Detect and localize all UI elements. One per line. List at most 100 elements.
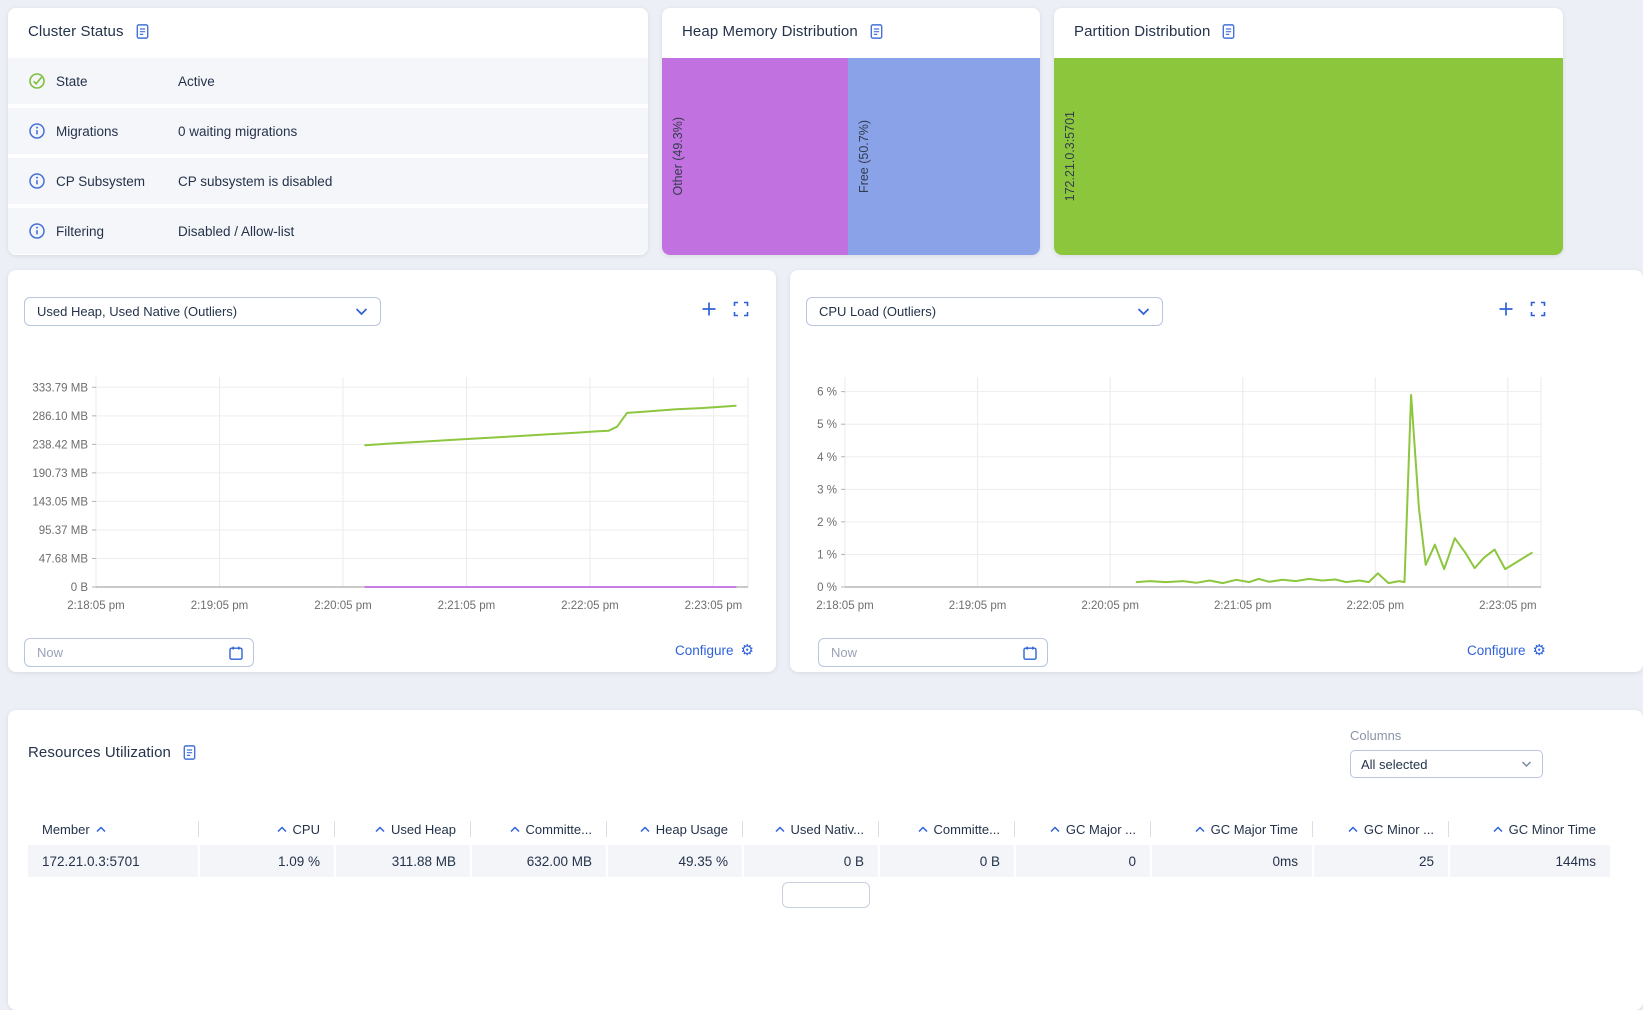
column-divider [1150,821,1151,837]
distribution-segment: Free (50.7%) [848,58,1040,255]
column-divider [1312,821,1313,837]
table-row[interactable]: 172.21.0.3:5701 1.09 % 311.88 MB 632.00 MB 4… [28,845,1623,877]
fullscreen-icon[interactable] [1529,300,1547,318]
table-header-used-heap[interactable]: Used Heap [334,813,470,845]
sort-chevron-icon [1050,825,1060,833]
cluster-status-card: Cluster Status State Active Migrations 0 wa… [8,8,648,255]
heap-distribution-title: Heap Memory Distribution [682,23,858,40]
time-range-input[interactable] [819,639,1047,666]
configure-link[interactable]: Configure ⚙ [675,643,754,658]
configure-link[interactable]: Configure ⚙ [1467,643,1546,658]
table-header-gc-major-time[interactable]: GC Major Time [1150,813,1312,845]
table-header-label: Used Heap [390,821,456,837]
y-axis-tick-label: 333.79 MB [32,382,88,394]
table-cell: 311.88 MB [336,845,470,877]
partition-distribution-segments: 172.21.0.3:5701 [1054,58,1563,255]
table-header-committe[interactable]: Committe... [878,813,1014,845]
time-range-input-wrap [818,638,1048,667]
document-icon[interactable] [181,744,198,761]
x-axis-tick-label: 2:23:05 pm [1479,600,1537,612]
table-header-member[interactable]: Member [28,813,198,845]
document-icon[interactable] [134,23,151,40]
document-icon[interactable] [868,23,885,40]
status-label: Migrations [56,123,119,139]
info-circle-icon [28,222,46,240]
table-cell: 0 B [880,845,1014,877]
pagination-control[interactable] [781,882,870,908]
sort-chevron-icon [1195,825,1205,833]
table-header-gc-minor[interactable]: GC Minor ... [1312,813,1448,845]
columns-label: Columns [1350,728,1402,743]
column-divider [1014,821,1015,837]
x-axis-tick-label: 2:19:05 pm [949,600,1007,612]
add-chart-icon[interactable] [700,300,718,318]
metric-select-dropdown[interactable]: CPU Load (Outliers) [806,297,1163,326]
resources-utilization-header: Resources Utilization [8,744,218,761]
calendar-icon[interactable] [1022,645,1038,661]
y-axis-tick-label: 3 % [817,484,837,496]
status-value: 0 waiting migrations [178,123,298,139]
segment-label: Other (49.3%) [671,117,685,196]
table-cell: 172.21.0.3:5701 [28,845,198,877]
document-icon[interactable] [1220,23,1237,40]
y-axis-tick-label: 5 % [817,419,837,431]
table-header-label: Heap Usage [655,821,728,837]
y-axis-tick-label: 238.42 MB [32,439,88,451]
table-header-used-nativ[interactable]: Used Nativ... [742,813,878,845]
column-divider [198,821,199,837]
table-header-cpu[interactable]: CPU [198,813,334,845]
heap-memory-distribution-card: Heap Memory Distribution Other (49.3%) Fr… [662,8,1040,255]
y-axis-tick-label: 286.10 MB [32,411,88,423]
check-circle-icon [28,72,46,90]
table-cell: 632.00 MB [472,845,606,877]
time-range-input[interactable] [25,639,253,666]
used-heap-chart: 0 B 47.68 MB 95.37 MB 143.05 MB 190.73 MB 238… [20,365,762,617]
gear-icon: ⚙ [740,642,754,659]
segment-label: 172.21.0.3:5701 [1063,111,1077,202]
y-axis-tick-label: 190.73 MB [32,468,88,480]
table-header-label: Member [42,821,90,837]
status-value: Active [178,73,215,89]
x-axis-tick-label: 2:20:05 pm [314,600,372,612]
calendar-icon[interactable] [228,645,244,661]
y-axis-tick-label: 143.05 MB [32,496,88,508]
status-label: Filtering [56,223,105,239]
cluster-status-header: Cluster Status [8,8,648,52]
table-cell: 25 [1314,845,1448,877]
status-row-state: State Active [8,58,648,104]
distribution-segment: Other (49.3%) [662,58,849,255]
sort-chevron-icon [1348,825,1358,833]
table-header-committe[interactable]: Committe... [470,813,606,845]
segment-label: Free (50.7%) [857,120,872,193]
metric-select-value: Used Heap, Used Native (Outliers) [37,304,238,319]
y-axis-tick-label: 6 % [817,387,837,399]
table-header-label: CPU [292,821,320,837]
metric-select-dropdown[interactable]: Used Heap, Used Native (Outliers) [24,297,381,326]
status-value: CP subsystem is disabled [178,173,333,189]
add-chart-icon[interactable] [1497,300,1515,318]
table-header-heap-usage[interactable]: Heap Usage [606,813,742,845]
table-header-label: GC Minor ... [1363,821,1434,837]
table-cell: 0 B [744,845,878,877]
column-divider [606,821,607,837]
table-header-gc-minor-time[interactable]: GC Minor Time [1448,813,1610,845]
table-cell: 0 [1016,845,1150,877]
x-axis-tick-label: 2:18:05 pm [816,600,874,612]
columns-select-dropdown[interactable]: All selected [1350,750,1543,778]
sort-chevron-icon [375,825,385,833]
x-axis-tick-label: 2:22:05 pm [561,600,619,612]
info-circle-icon [28,122,46,140]
status-label: CP Subsystem [56,173,146,189]
y-axis-tick-label: 0 B [71,582,89,594]
x-axis-tick-label: 2:20:05 pm [1081,600,1139,612]
fullscreen-icon[interactable] [732,300,750,318]
table-header-gc-major[interactable]: GC Major ... [1014,813,1150,845]
heap-distribution-segments: Other (49.3%) Free (50.7%) [662,58,1040,255]
partition-distribution-card: Partition Distribution 172.21.0.3:5701 [1054,8,1563,255]
y-axis-tick-label: 0 % [817,582,837,594]
x-axis-tick-label: 2:19:05 pm [191,600,249,612]
y-axis-tick-label: 4 % [817,452,837,464]
status-label: State [56,73,88,89]
chevron-down-icon [1521,760,1532,768]
time-range-input-wrap [24,638,254,667]
